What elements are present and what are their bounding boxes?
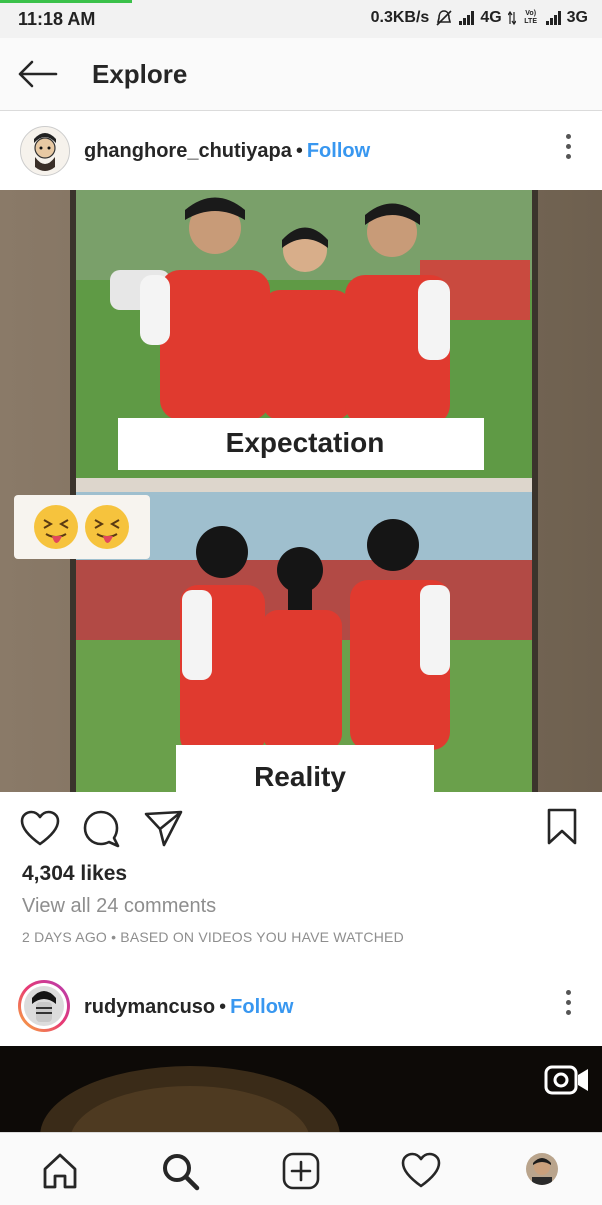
volte-badge: Vo) LTE — [524, 10, 537, 25]
post-meta: 2 DAYS AGO • BASED ON VIDEOS YOU HAVE WA… — [22, 929, 404, 945]
username[interactable]: rudymancuso — [84, 996, 215, 1018]
tongue-emoji-1 — [34, 505, 78, 549]
notifications-muted-icon — [436, 10, 452, 26]
follow-button[interactable]: Follow — [307, 140, 370, 162]
home-icon[interactable] — [40, 1151, 80, 1191]
status-time: 11:18 AM — [18, 9, 96, 29]
heart-icon[interactable] — [20, 810, 60, 848]
username[interactable]: ghanghore_chutiyapa — [84, 140, 292, 162]
signal-icon-1 — [459, 11, 475, 25]
share-icon[interactable] — [144, 810, 184, 848]
avatar[interactable] — [20, 126, 70, 176]
separator-dot: • — [219, 996, 227, 1018]
status-bar: 11:18 AM 0.3KB/s 4G Vo) LTE 3G — [0, 0, 602, 38]
separator-dot: • — [295, 140, 303, 162]
network-speed: 0.3KB/s — [370, 9, 430, 26]
post-actions — [0, 800, 602, 856]
avatar-illustration — [21, 127, 69, 175]
network-type-1: 4G — [480, 9, 502, 26]
back-arrow-icon[interactable] — [18, 60, 58, 88]
caption-expectation: Expectation — [226, 427, 385, 458]
activity-heart-icon[interactable] — [401, 1151, 441, 1191]
follow-button[interactable]: Follow — [230, 996, 293, 1018]
status-indicators: 0.3KB/s 4G Vo) LTE 3G — [371, 9, 588, 27]
post-header: ghanghore_chutiyapa • Follow — [0, 112, 602, 190]
network-type-2: 3G — [566, 9, 588, 26]
more-vertical-icon[interactable] — [564, 134, 572, 162]
post-image[interactable]: Expectation Reality — [0, 190, 602, 792]
username-line: rudymancuso • Follow — [84, 996, 294, 1019]
caption-reality: Reality — [254, 761, 346, 792]
more-vertical-icon[interactable] — [564, 990, 572, 1018]
likes-count[interactable]: 4,304 likes — [22, 862, 127, 886]
post-video[interactable] — [0, 1046, 602, 1132]
profile-avatar-image — [526, 1153, 558, 1185]
comment-icon[interactable] — [82, 810, 122, 848]
page-load-progress — [0, 0, 132, 3]
top-bar: Explore — [0, 38, 602, 111]
data-transfer-icon — [507, 10, 516, 26]
bookmark-icon[interactable] — [546, 808, 578, 846]
post-header: rudymancuso • Follow — [0, 968, 602, 1046]
story-ring-avatar — [21, 983, 67, 1029]
view-comments-link[interactable]: View all 24 comments — [22, 895, 216, 918]
video-camera-icon — [544, 1065, 588, 1095]
video-thumbnail — [0, 1046, 602, 1132]
signal-icon-2 — [545, 11, 561, 25]
add-icon[interactable] — [281, 1151, 321, 1191]
search-icon[interactable] — [160, 1151, 200, 1191]
profile-avatar[interactable] — [526, 1153, 558, 1185]
avatar[interactable] — [18, 980, 70, 1032]
meme-image-illustration: Expectation Reality — [0, 190, 602, 792]
page-title: Explore — [92, 59, 188, 89]
username-line: ghanghore_chutiyapa • Follow — [84, 140, 370, 163]
bottom-navigation — [0, 1132, 602, 1205]
tongue-emoji-2 — [85, 505, 129, 549]
